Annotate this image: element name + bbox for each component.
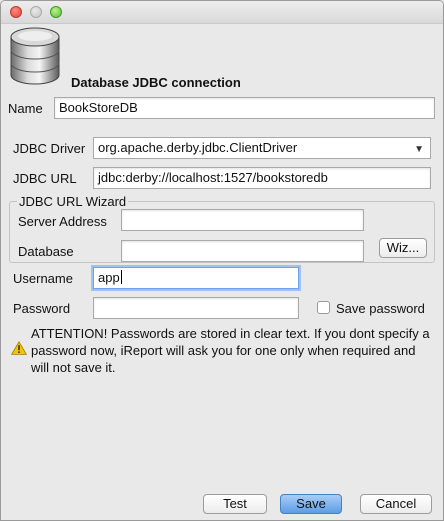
minimize-window-button[interactable] bbox=[30, 6, 42, 18]
wizard-button[interactable]: Wiz... bbox=[379, 238, 427, 258]
database-icon bbox=[10, 27, 60, 85]
server-address-input[interactable] bbox=[121, 209, 364, 231]
database-input[interactable] bbox=[121, 240, 364, 262]
username-value: app bbox=[98, 270, 120, 285]
password-label: Password bbox=[13, 301, 71, 316]
jdbc-url-wizard-legend: JDBC URL Wizard bbox=[17, 194, 129, 209]
password-input[interactable] bbox=[93, 297, 299, 319]
zoom-window-button[interactable] bbox=[50, 6, 62, 18]
jdbc-url-label: JDBC URL bbox=[13, 171, 77, 186]
chevron-down-icon[interactable]: ▼ bbox=[414, 142, 424, 158]
jdbc-driver-select[interactable]: org.apache.derby.jdbc.ClientDriver ▼ bbox=[93, 137, 431, 159]
title-bar bbox=[1, 1, 443, 24]
jdbc-driver-value: org.apache.derby.jdbc.ClientDriver bbox=[98, 140, 298, 155]
save-password-label: Save password bbox=[336, 301, 425, 316]
save-password-checkbox[interactable] bbox=[317, 301, 330, 314]
dialog-window: Database JDBC connection Name BookStoreD… bbox=[0, 0, 444, 521]
jdbc-url-input[interactable]: jdbc:derby://localhost:1527/bookstoredb bbox=[93, 167, 431, 189]
name-label: Name bbox=[8, 101, 43, 116]
password-warning-text: ATTENTION! Passwords are stored in clear… bbox=[31, 326, 430, 375]
test-button[interactable]: Test bbox=[203, 494, 267, 514]
text-caret bbox=[120, 270, 122, 284]
cancel-button[interactable]: Cancel bbox=[360, 494, 432, 514]
name-input[interactable]: BookStoreDB bbox=[54, 97, 435, 119]
username-label: Username bbox=[13, 271, 73, 286]
dialog-header-title: Database JDBC connection bbox=[71, 75, 241, 90]
username-input[interactable]: app bbox=[93, 267, 299, 289]
warning-triangle-icon bbox=[11, 341, 27, 355]
database-label: Database bbox=[18, 244, 74, 259]
close-window-button[interactable] bbox=[10, 6, 22, 18]
server-address-label: Server Address bbox=[18, 214, 107, 229]
save-button[interactable]: Save bbox=[280, 494, 342, 514]
jdbc-driver-label: JDBC Driver bbox=[13, 141, 86, 156]
